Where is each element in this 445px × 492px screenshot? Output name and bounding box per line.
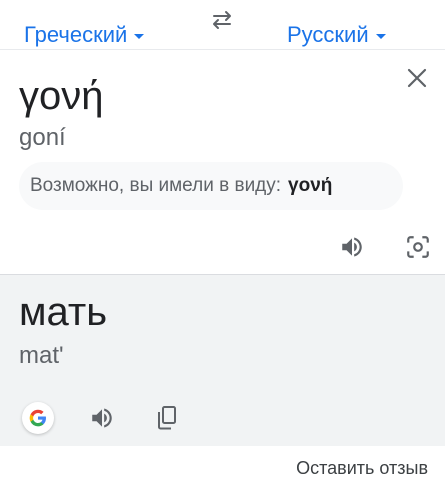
source-listen-button[interactable]: [337, 232, 367, 262]
google-search-button[interactable]: [22, 402, 54, 434]
swap-arrows-icon: [213, 11, 231, 29]
translation-text: мать: [19, 290, 108, 334]
source-language-selector[interactable]: Греческий: [24, 20, 145, 50]
close-icon: [407, 68, 427, 88]
translation-listen-button[interactable]: [87, 403, 117, 433]
translation-transliteration: mat': [19, 342, 64, 369]
chevron-down-icon: [134, 34, 145, 39]
suggestion-word: γονή: [288, 175, 333, 196]
target-language-selector[interactable]: Русский: [287, 20, 386, 50]
copy-icon: [158, 406, 176, 430]
camera-search-button[interactable]: [403, 232, 433, 262]
camera-lens-icon: [407, 236, 429, 258]
suggestion-prefix: Возможно, вы имели в виду:: [30, 175, 282, 196]
chevron-down-icon: [375, 34, 386, 39]
clear-button[interactable]: [405, 66, 429, 90]
speaker-icon: [342, 237, 362, 257]
target-language-label: Русский: [287, 22, 369, 47]
copy-translation-button[interactable]: [152, 403, 182, 433]
did-you-mean-suggestion[interactable]: Возможно, вы имели в виду: γονή: [19, 162, 403, 210]
google-logo-icon: [29, 409, 46, 427]
speaker-icon: [92, 408, 112, 428]
source-transliteration: goní: [19, 124, 66, 151]
source-text[interactable]: γονή: [19, 74, 104, 118]
swap-languages-button[interactable]: [208, 8, 236, 32]
send-feedback-link[interactable]: Оставить отзыв: [296, 458, 428, 479]
source-language-label: Греческий: [24, 22, 128, 47]
